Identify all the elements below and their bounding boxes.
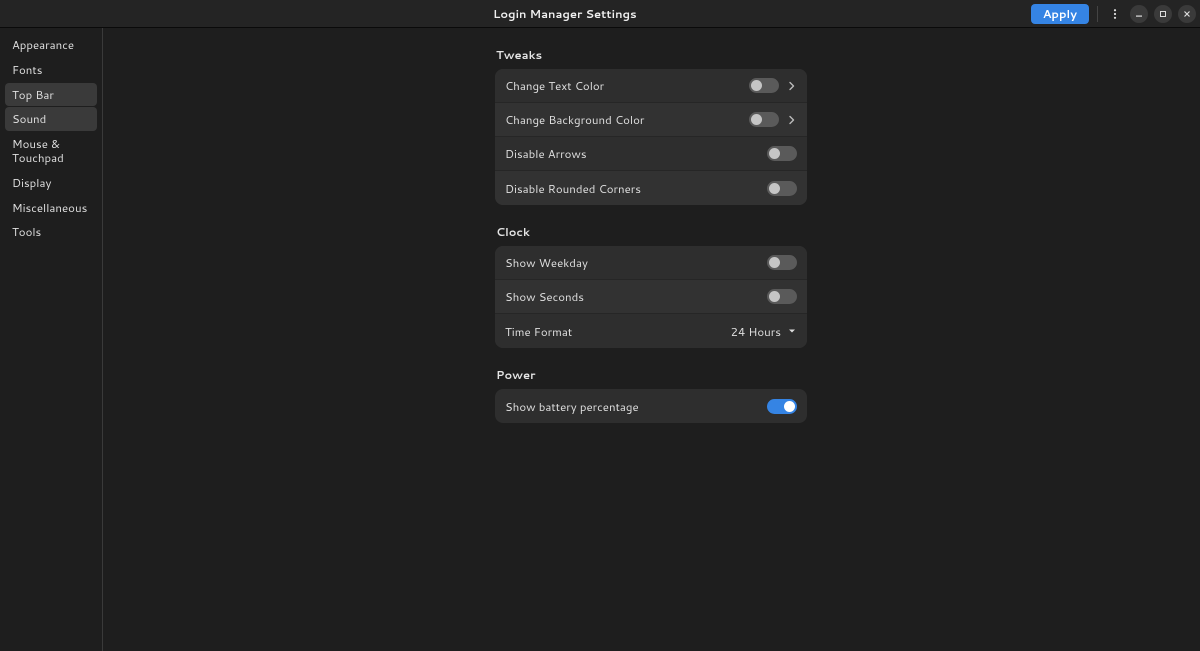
sidebar-item-label: Display bbox=[12, 174, 51, 191]
toggle-show-seconds[interactable] bbox=[767, 289, 797, 304]
main-content: Appearance Fonts Top Bar Sound Mouse & T… bbox=[0, 28, 1200, 651]
toggle-disable-arrows[interactable] bbox=[767, 146, 797, 161]
toggle-change-background-color[interactable] bbox=[749, 112, 779, 127]
menu-button[interactable] bbox=[1106, 5, 1124, 23]
window-title: Login Manager Settings bbox=[99, 5, 1031, 22]
titlebar-divider bbox=[1097, 6, 1098, 22]
sidebar-item-label: Fonts bbox=[12, 61, 42, 78]
row-change-text-color[interactable]: Change Text Color bbox=[495, 69, 807, 103]
sidebar-item-label: Top Bar bbox=[12, 86, 54, 103]
row-change-background-color[interactable]: Change Background Color bbox=[495, 103, 807, 137]
sidebar-item-tools[interactable]: Tools bbox=[5, 220, 97, 244]
sidebar-item-appearance[interactable]: Appearance bbox=[5, 33, 97, 57]
sidebar-item-miscellaneous[interactable]: Miscellaneous bbox=[5, 196, 97, 220]
row-label: Disable Rounded Corners bbox=[505, 180, 767, 197]
close-icon bbox=[1183, 10, 1191, 18]
titlebar-actions: Apply bbox=[1031, 4, 1196, 24]
row-show-battery-percentage: Show battery percentage bbox=[495, 389, 807, 423]
sidebar-item-fonts[interactable]: Fonts bbox=[5, 58, 97, 82]
maximize-button[interactable] bbox=[1154, 5, 1172, 23]
dots-vertical-icon bbox=[1109, 8, 1121, 20]
content-area: Tweaks Change Text Color Change Backgrou… bbox=[103, 28, 1200, 651]
toggle-show-weekday[interactable] bbox=[767, 255, 797, 270]
section-title-power: Power bbox=[495, 366, 807, 383]
sidebar: Appearance Fonts Top Bar Sound Mouse & T… bbox=[0, 28, 103, 651]
row-label: Time Format bbox=[505, 323, 731, 340]
sidebar-item-display[interactable]: Display bbox=[5, 171, 97, 195]
row-label: Disable Arrows bbox=[505, 145, 767, 162]
section-title-clock: Clock bbox=[495, 223, 807, 240]
row-label: Change Background Color bbox=[505, 111, 749, 128]
row-label: Show Weekday bbox=[505, 254, 767, 271]
row-disable-rounded-corners: Disable Rounded Corners bbox=[495, 171, 807, 205]
sidebar-item-sound[interactable]: Sound bbox=[5, 107, 97, 131]
row-label: Change Text Color bbox=[505, 77, 749, 94]
section-title-tweaks: Tweaks bbox=[495, 46, 807, 63]
row-show-weekday: Show Weekday bbox=[495, 246, 807, 280]
minimize-icon bbox=[1135, 10, 1143, 18]
section-group-power: Show battery percentage bbox=[495, 389, 807, 423]
toggle-show-battery-percentage[interactable] bbox=[767, 399, 797, 414]
time-format-value: 24 Hours bbox=[731, 323, 781, 340]
sidebar-item-label: Miscellaneous bbox=[12, 199, 87, 216]
minimize-button[interactable] bbox=[1130, 5, 1148, 23]
row-time-format[interactable]: Time Format 24 Hours bbox=[495, 314, 807, 348]
apply-button[interactable]: Apply bbox=[1031, 4, 1089, 24]
row-label: Show battery percentage bbox=[505, 398, 767, 415]
row-show-seconds: Show Seconds bbox=[495, 280, 807, 314]
titlebar: Login Manager Settings Apply bbox=[0, 0, 1200, 28]
row-disable-arrows: Disable Arrows bbox=[495, 137, 807, 171]
toggle-change-text-color[interactable] bbox=[749, 78, 779, 93]
maximize-icon bbox=[1159, 10, 1167, 18]
section-group-tweaks: Change Text Color Change Background Colo… bbox=[495, 69, 807, 205]
close-button[interactable] bbox=[1178, 5, 1196, 23]
sidebar-item-label: Mouse & Touchpad bbox=[12, 135, 64, 166]
sidebar-item-mouse-touchpad[interactable]: Mouse & Touchpad bbox=[5, 132, 97, 170]
toggle-disable-rounded-corners[interactable] bbox=[767, 181, 797, 196]
sidebar-item-label: Tools bbox=[12, 223, 41, 240]
chevron-right-icon bbox=[787, 81, 797, 91]
sidebar-item-top-bar[interactable]: Top Bar bbox=[5, 83, 97, 107]
dropdown-arrow-icon bbox=[787, 326, 797, 336]
row-label: Show Seconds bbox=[505, 288, 767, 305]
sidebar-item-label: Sound bbox=[12, 110, 46, 127]
chevron-right-icon bbox=[787, 115, 797, 125]
section-group-clock: Show Weekday Show Seconds Time Format 24… bbox=[495, 246, 807, 348]
sidebar-item-label: Appearance bbox=[12, 36, 74, 53]
